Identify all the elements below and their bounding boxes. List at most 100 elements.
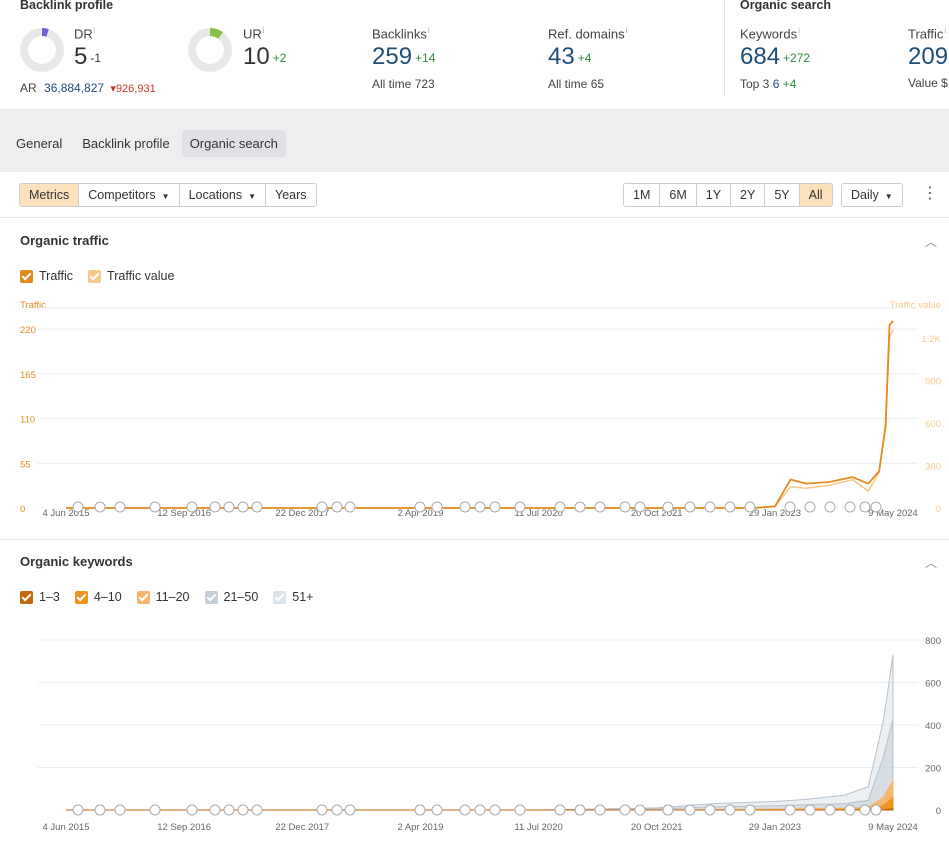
legend-traffic-value[interactable]: Traffic value bbox=[88, 269, 174, 283]
legend-traffic-value-label: Traffic value bbox=[107, 269, 175, 283]
update-marker-icon bbox=[824, 804, 836, 816]
traffic-label: Traffic bbox=[908, 26, 944, 42]
update-marker-icon bbox=[574, 501, 586, 513]
update-marker-icon bbox=[237, 501, 249, 513]
update-marker-icon bbox=[186, 501, 198, 513]
section-divider bbox=[724, 0, 725, 96]
legend-pos-21-50[interactable]: 21–50 bbox=[204, 590, 258, 604]
right-axis-title: Traffic value bbox=[890, 301, 941, 311]
update-marker-icon bbox=[489, 804, 501, 816]
range-6m-button[interactable]: 6M bbox=[660, 184, 697, 206]
legend-pos-4-10[interactable]: 4–10 bbox=[74, 590, 122, 604]
update-marker-icon bbox=[223, 804, 235, 816]
ref-domains-delta: +4 bbox=[577, 51, 592, 66]
info-icon[interactable]: i bbox=[626, 26, 628, 35]
traffic-legend: Traffic Traffic value bbox=[20, 269, 189, 283]
legend-traffic[interactable]: Traffic bbox=[20, 269, 73, 283]
info-icon[interactable]: i bbox=[798, 26, 800, 35]
top3-value[interactable]: 6 bbox=[773, 77, 780, 91]
dr-label: DR bbox=[74, 26, 93, 42]
x-tick-label: 12 Sep 2016 bbox=[157, 508, 211, 519]
collapse-chevron-icon[interactable]: ︿ bbox=[925, 233, 937, 250]
legend-pos-11-20[interactable]: 11–20 bbox=[136, 590, 190, 604]
organic-search-title: Organic search bbox=[740, 0, 832, 12]
right-tick-label: 900 bbox=[925, 377, 941, 388]
ref-domains-value[interactable]: 43 bbox=[548, 43, 575, 70]
x-tick-label: 11 Jul 2020 bbox=[514, 822, 562, 833]
range-1y-button[interactable]: 1Y bbox=[696, 184, 732, 206]
update-marker-icon bbox=[72, 804, 84, 816]
update-marker-icon bbox=[459, 501, 471, 513]
update-marker-icon bbox=[414, 501, 426, 513]
range-1m-button[interactable]: 1M bbox=[624, 184, 661, 206]
ref-domains-metric: Ref. domainsi 43 +4 All time 65 bbox=[548, 26, 627, 91]
checkbox-icon bbox=[273, 590, 287, 604]
checkbox-icon bbox=[74, 590, 88, 604]
tab-organic-search[interactable]: Organic search bbox=[181, 130, 286, 157]
update-marker-icon bbox=[344, 501, 356, 513]
update-marker-icon bbox=[554, 501, 566, 513]
info-icon[interactable]: i bbox=[428, 26, 430, 35]
update-marker-icon bbox=[459, 804, 471, 816]
update-marker-icon bbox=[870, 804, 882, 816]
checkbox-icon bbox=[20, 590, 33, 604]
update-marker-icon bbox=[316, 501, 328, 513]
keywords-value[interactable]: 684 bbox=[740, 43, 780, 70]
range-button-group: 1M 6M 1Y 2Y 5Y All bbox=[623, 183, 833, 207]
caret-down-icon: ▼ bbox=[248, 192, 257, 201]
update-marker-icon bbox=[474, 804, 486, 816]
update-marker-icon bbox=[662, 804, 674, 816]
update-marker-icon bbox=[844, 501, 856, 513]
update-marker-icon bbox=[149, 804, 161, 816]
info-icon[interactable]: i bbox=[263, 26, 265, 35]
update-marker-icon bbox=[724, 804, 736, 816]
more-options-icon[interactable]: ⋮ bbox=[922, 185, 938, 203]
update-marker-icon bbox=[331, 804, 343, 816]
update-marker-icon bbox=[634, 501, 646, 513]
legend-pos-4-10-label: 4–10 bbox=[93, 590, 122, 604]
organic-traffic-chart: Traffic Traffic value 0 55 110 165 220 0 300 600 9… bbox=[20, 301, 942, 519]
range-all-button[interactable]: All bbox=[799, 184, 832, 206]
competitors-dropdown[interactable]: Competitors ▼ bbox=[79, 184, 180, 206]
legend-pos-51-plus[interactable]: 51+ bbox=[273, 590, 314, 604]
ar-value[interactable]: 36,884,827 bbox=[44, 81, 104, 95]
ref-domains-sub-label: All time bbox=[548, 77, 588, 92]
x-tick-label: 22 Dec 2017 bbox=[275, 822, 329, 833]
traffic-value[interactable]: 209 bbox=[908, 43, 948, 70]
view-button-group: Metrics Competitors ▼ Locations ▼ Years bbox=[19, 183, 317, 207]
update-marker-icon bbox=[704, 501, 716, 513]
locations-dropdown[interactable]: Locations ▼ bbox=[179, 184, 267, 206]
range-5y-button[interactable]: 5Y bbox=[765, 184, 800, 206]
checkbox-icon bbox=[136, 590, 150, 604]
collapse-chevron-icon[interactable]: ︿ bbox=[925, 554, 937, 571]
update-marker-icon bbox=[431, 804, 443, 816]
update-marker-icon bbox=[724, 501, 736, 513]
backlinks-value[interactable]: 259 bbox=[372, 43, 412, 70]
update-marker-icon bbox=[209, 804, 221, 816]
tab-backlink-profile[interactable]: Backlink profile bbox=[74, 130, 177, 157]
update-marker-icon bbox=[186, 804, 198, 816]
range-2y-button[interactable]: 2Y bbox=[731, 184, 766, 206]
info-icon[interactable]: i bbox=[944, 26, 946, 35]
update-marker-icon bbox=[684, 501, 696, 513]
legend-pos-11-20-label: 11–20 bbox=[155, 590, 190, 604]
keywords-delta: +272 bbox=[783, 51, 811, 66]
update-marker-icon bbox=[784, 804, 796, 816]
competitors-label: Competitors bbox=[88, 188, 156, 202]
info-icon[interactable]: i bbox=[94, 26, 96, 35]
update-marker-icon bbox=[574, 804, 586, 816]
legend-pos-1-3[interactable]: 1–3 bbox=[20, 590, 60, 604]
x-tick-label: 9 May 2024 bbox=[868, 822, 918, 833]
update-marker-icon bbox=[619, 501, 631, 513]
right-tick-label: 600 bbox=[925, 679, 941, 690]
interval-dropdown[interactable]: Daily ▼ bbox=[841, 183, 903, 207]
update-marker-icon bbox=[859, 804, 871, 816]
tab-general[interactable]: General bbox=[8, 130, 70, 157]
series-pos-21-50-area bbox=[66, 718, 894, 811]
left-tick-label: 220 bbox=[20, 325, 36, 336]
ar-delta: ▾926,931 bbox=[110, 83, 156, 95]
traffic-value-amount: $ bbox=[941, 76, 948, 91]
ur-donut bbox=[188, 28, 232, 72]
metrics-button[interactable]: Metrics bbox=[20, 184, 80, 206]
years-button[interactable]: Years bbox=[266, 184, 316, 206]
